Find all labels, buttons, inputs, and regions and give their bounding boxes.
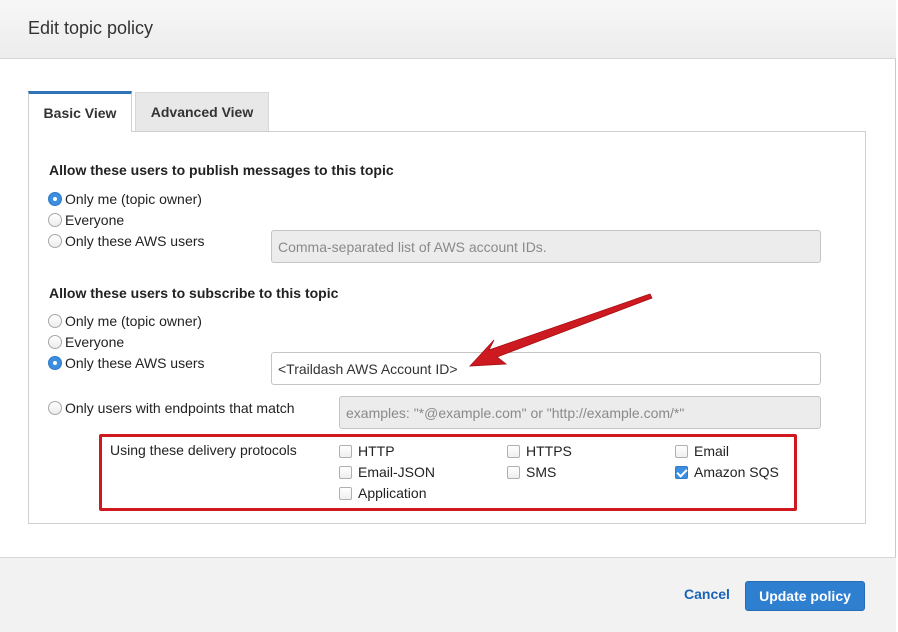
radio-button[interactable] [48, 401, 62, 415]
update-policy-button[interactable]: Update policy [745, 581, 865, 611]
radio-label: Everyone [65, 334, 125, 350]
protocol-amazon-sqs[interactable]: Amazon SQS [675, 463, 779, 481]
protocol-http[interactable]: HTTP [339, 442, 395, 460]
subscribe-option-aws-users[interactable]: Only these AWS users [48, 354, 205, 372]
radio-button[interactable] [48, 314, 62, 328]
radio-button[interactable] [48, 192, 62, 206]
publish-option-only-me[interactable]: Only me (topic owner) [48, 190, 202, 208]
radio-button[interactable] [48, 356, 62, 370]
checkbox-label: HTTPS [526, 443, 572, 459]
subscribe-option-endpoints[interactable]: Only users with endpoints that match [48, 399, 295, 417]
checkbox-label: Email [694, 443, 730, 459]
radio-label: Only me (topic owner) [65, 313, 202, 329]
radio-label: Only these AWS users [65, 233, 205, 249]
checkbox-label: HTTP [358, 443, 395, 459]
cancel-button[interactable]: Cancel [684, 586, 730, 602]
checkbox-label: Application [358, 485, 427, 501]
subscribe-section-title: Allow these users to subscribe to this t… [49, 285, 339, 301]
dialog-header: Edit topic policy [0, 0, 896, 59]
dialog-title: Edit topic policy [28, 18, 154, 38]
tab-basic-view[interactable]: Basic View [28, 91, 132, 132]
publish-section-title: Allow these users to publish messages to… [49, 162, 394, 178]
radio-label: Only users with endpoints that match [65, 400, 295, 416]
radio-label: Only these AWS users [65, 355, 205, 371]
endpoints-match-input[interactable]: examples: "*@example.com" or "http://exa… [339, 396, 821, 429]
subscribe-option-only-me[interactable]: Only me (topic owner) [48, 312, 202, 330]
radio-button[interactable] [48, 335, 62, 349]
publish-option-everyone[interactable]: Everyone [48, 211, 124, 229]
checkbox-label: Amazon SQS [694, 464, 779, 480]
checkbox[interactable] [339, 486, 352, 500]
checkbox[interactable] [339, 465, 352, 479]
checkbox-label: Email-JSON [358, 464, 436, 480]
protocols-label: Using these delivery protocols [110, 442, 297, 458]
checkbox[interactable] [507, 444, 520, 458]
checkbox[interactable] [675, 465, 688, 479]
radio-button[interactable] [48, 234, 62, 248]
protocol-https[interactable]: HTTPS [507, 442, 572, 460]
tab-advanced-view[interactable]: Advanced View [135, 92, 269, 131]
radio-label: Only me (topic owner) [65, 191, 202, 207]
checkbox-label: SMS [526, 464, 557, 480]
subscribe-aws-users-input[interactable]: <Traildash AWS Account ID> [271, 352, 821, 385]
protocol-email-json[interactable]: Email-JSON [339, 463, 435, 481]
protocol-sms[interactable]: SMS [507, 463, 556, 481]
protocol-application[interactable]: Application [339, 484, 427, 502]
subscribe-option-everyone[interactable]: Everyone [48, 333, 124, 351]
checkbox[interactable] [507, 465, 520, 479]
radio-button[interactable] [48, 213, 62, 227]
publish-aws-users-input[interactable]: Comma-separated list of AWS account IDs. [271, 230, 821, 263]
publish-option-aws-users[interactable]: Only these AWS users [48, 232, 205, 250]
protocol-email[interactable]: Email [675, 442, 729, 460]
edit-topic-policy-dialog: Edit topic policy Basic View Advanced Vi… [0, 0, 896, 632]
checkbox[interactable] [675, 444, 688, 458]
radio-label: Everyone [65, 212, 125, 228]
checkbox[interactable] [339, 444, 352, 458]
